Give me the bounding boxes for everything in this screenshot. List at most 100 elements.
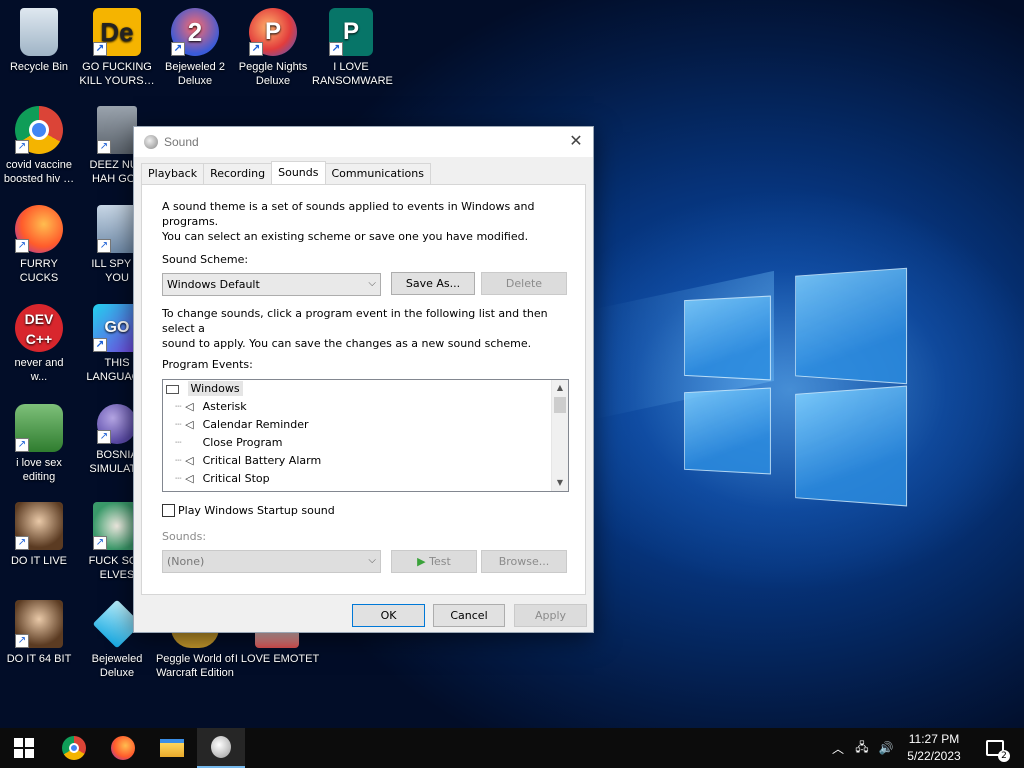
program-events-list[interactable]: Windows ┄ ◁ Asterisk ┄ ◁ Calendar Remind… [162, 379, 569, 492]
publisher-icon: P ↗ [329, 8, 373, 56]
do-it-live-shortcut[interactable]: ↗ DO IT LIVE [0, 502, 78, 568]
event-row-asterisk[interactable]: ┄ ◁ Asterisk [175, 398, 247, 416]
icon-label: I LOVE RANSOMWARE [312, 61, 393, 87]
taskbar-chrome[interactable] [50, 728, 98, 768]
action-center-button[interactable]: 2 [980, 728, 1010, 768]
icon-label: DO IT 64 BIT [6, 653, 72, 665]
tab-strip: Playback Recording Sounds Communications [141, 161, 431, 184]
tree-line: ┄ [175, 472, 182, 485]
event-row-critical-stop[interactable]: ┄ ◁ Critical Stop [175, 470, 270, 488]
tab-recording[interactable]: Recording [203, 163, 273, 184]
shortcut-arrow-icon: ↗ [93, 42, 107, 56]
events-scrollbar[interactable]: ▲ ▼ [551, 380, 568, 491]
test-button[interactable]: ▶ Test [391, 550, 477, 573]
shortcut-arrow-icon: ↗ [15, 438, 29, 452]
character-icon: ↗ [15, 404, 63, 452]
sound-scheme-select[interactable]: Windows Default ⌵ [162, 273, 381, 296]
peggle-wow-shortcut[interactable]: Peggle World of Warcraft Edition [152, 626, 238, 680]
firefox-shortcut[interactable]: ↗ FURRY CUCKS [0, 205, 78, 285]
taskbar-firefox[interactable] [99, 728, 147, 768]
taskbar: ︿ 🖧 🔊 11:27 PM 5/22/2023 2 [0, 728, 1024, 768]
icon-label: i love sex editing [16, 457, 62, 483]
event-row-windows[interactable]: Windows [166, 380, 243, 398]
dialog-title: Sound [164, 135, 199, 149]
peggle-nights-icon: P ↗ [249, 8, 297, 56]
intro-text: A sound theme is a set of sounds applied… [162, 200, 535, 243]
clock-date: 5/22/2023 [907, 749, 961, 763]
window-group-icon [166, 384, 179, 394]
browse-button[interactable]: Browse... [481, 550, 567, 573]
speaker-icon [211, 736, 231, 758]
de-app-icon: De ↗ [93, 8, 141, 56]
sounds-value: (None) [167, 555, 205, 568]
folder-icon [160, 739, 184, 757]
start-button[interactable] [0, 728, 48, 768]
shortcut-arrow-icon: ↗ [249, 42, 263, 56]
event-row-battery[interactable]: ┄ ◁ Critical Battery Alarm [175, 452, 321, 470]
tab-communications[interactable]: Communications [324, 163, 431, 184]
close-icon: ✕ [569, 131, 583, 150]
dialog-titlebar[interactable]: Sound [134, 127, 593, 157]
tree-line: ┄ [175, 418, 182, 431]
shortcut-arrow-icon: ↗ [15, 634, 29, 648]
mine-icon: ↗ [97, 404, 137, 444]
event-label: Critical Stop [202, 472, 270, 485]
save-as-button[interactable]: Save As... [391, 272, 475, 295]
close-button[interactable]: ✕ [559, 127, 593, 157]
notification-count: 2 [998, 750, 1010, 762]
scroll-down-icon[interactable]: ▼ [552, 475, 568, 491]
event-label: Calendar Reminder [202, 418, 309, 431]
event-label: Asterisk [202, 400, 247, 413]
kill-yours-shortcut[interactable]: De ↗ GO FUCKING KILL YOURS… [78, 8, 156, 88]
program-events-label: Program Events: [162, 358, 253, 371]
chrome-shortcut[interactable]: ↗ covid vaccine boosted hiv … [0, 106, 78, 186]
network-tray[interactable]: 🖧 [850, 728, 874, 768]
chrome-icon [62, 736, 86, 760]
recycle-bin-icon [20, 8, 58, 56]
tab-playback[interactable]: Playback [141, 163, 205, 184]
tree-line: ┄ [175, 400, 182, 413]
tab-sounds[interactable]: Sounds [271, 161, 326, 184]
taskbar-file-explorer[interactable] [148, 728, 196, 768]
event-row-close-program[interactable]: ┄ Close Program [175, 434, 283, 452]
windows-stack-icon: ↗ [97, 106, 137, 154]
show-hidden-icons-button[interactable]: ︿ [826, 728, 850, 768]
icon-label: I LOVE EMOTET [234, 653, 320, 665]
editing-shortcut[interactable]: ↗ i love sex editing [0, 404, 78, 484]
sounds-panel: A sound theme is a set of sounds applied… [141, 184, 586, 595]
cancel-button[interactable]: Cancel [433, 604, 505, 627]
play-icon: ▶ [417, 555, 426, 568]
taskbar-sound-settings[interactable] [197, 728, 245, 768]
devcpp-shortcut[interactable]: DEV C++ never and w... [0, 304, 78, 384]
logo-pane-top-left [684, 295, 771, 381]
icon-label: DO IT LIVE [10, 555, 68, 567]
event-row-calendar[interactable]: ┄ ◁ Calendar Reminder [175, 416, 309, 434]
shortcut-arrow-icon: ↗ [15, 140, 29, 154]
peggle-nights-shortcut[interactable]: P ↗ Peggle Nights Deluxe [234, 8, 312, 88]
bejeweled2-icon: 2 ↗ [171, 8, 219, 56]
ransomware-shortcut[interactable]: P ↗ I LOVE RANSOMWARE [312, 8, 393, 88]
scroll-up-icon[interactable]: ▲ [552, 380, 568, 396]
speaker-icon: ◁ [185, 454, 194, 467]
sounds-select[interactable]: (None) ⌵ [162, 550, 381, 573]
scroll-thumb[interactable] [554, 397, 566, 413]
ok-button[interactable]: OK [352, 604, 425, 627]
delete-button[interactable]: Delete [481, 272, 567, 295]
clock-time: 11:27 PM [908, 732, 960, 746]
startup-sound-label: Play Windows Startup sound [178, 504, 335, 517]
shortcut-arrow-icon: ↗ [93, 338, 107, 352]
bejeweled2-shortcut[interactable]: 2 ↗ Bejeweled 2 Deluxe [156, 8, 234, 88]
sounds-label: Sounds: [162, 530, 207, 543]
icon-label: Recycle Bin [9, 61, 69, 73]
chrome-icon: ↗ [15, 106, 63, 154]
change-text: To change sounds, click a program event … [162, 307, 548, 350]
shortcut-arrow-icon: ↗ [15, 239, 29, 253]
icon-label: FURRY CUCKS [19, 258, 59, 284]
apply-button[interactable]: Apply [514, 604, 587, 627]
network-icon: ↗ [97, 205, 137, 253]
recycle-bin-shortcut[interactable]: Recycle Bin [0, 8, 78, 74]
startup-sound-checkbox[interactable] [162, 504, 175, 517]
clock[interactable]: 11:27 PM 5/22/2023 [896, 731, 972, 765]
volume-tray[interactable]: 🔊 [874, 728, 898, 768]
do-it-64-shortcut[interactable]: ↗ DO IT 64 BIT [0, 600, 78, 666]
